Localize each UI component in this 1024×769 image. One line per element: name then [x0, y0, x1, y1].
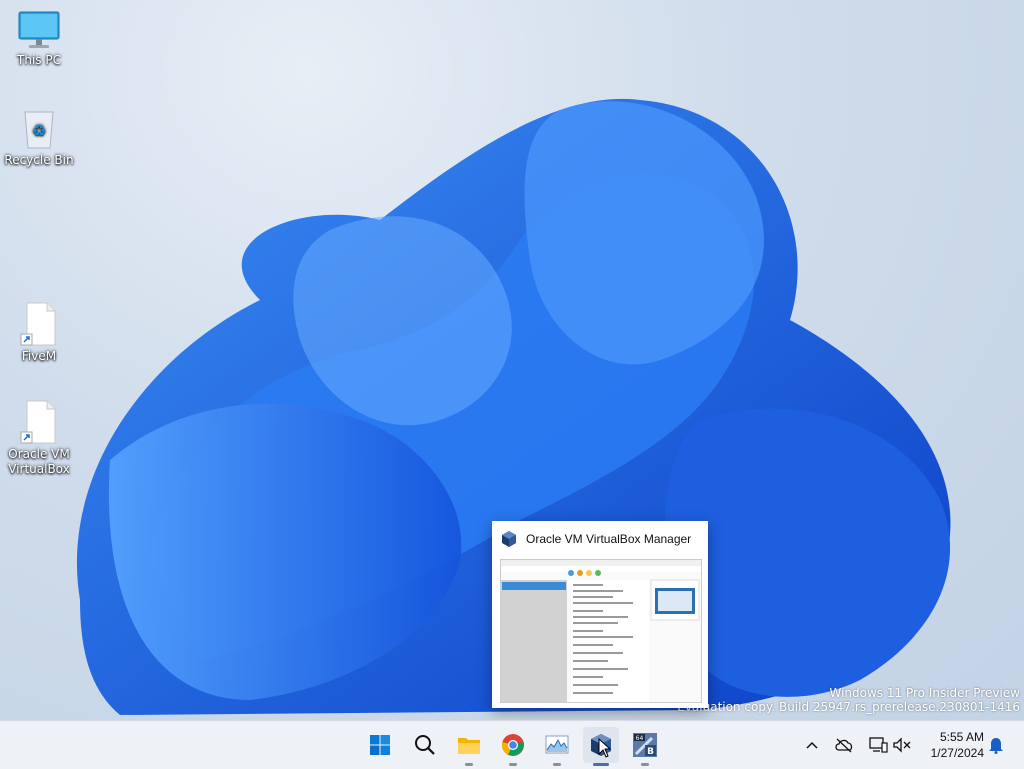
desktop-icon-fivem[interactable]: FiveM: [0, 302, 78, 364]
desktop-icon-this-pc[interactable]: This PC: [0, 10, 78, 68]
svg-text:B: B: [647, 747, 654, 757]
running-indicator: [509, 763, 517, 766]
clock-date: 1/27/2024: [930, 746, 984, 760]
taskbar-app-64b[interactable]: 64 B: [627, 727, 663, 766]
watermark-line-1: Windows 11 Pro Insider Preview: [829, 686, 1020, 700]
tray-network[interactable]: [866, 733, 890, 757]
cloud-offline-icon: [835, 738, 853, 753]
desktop-icon-label: Recycle Bin: [4, 153, 74, 167]
mouse-cursor-icon: [598, 738, 612, 758]
volume-muted-icon: [893, 737, 911, 753]
search-button[interactable]: [407, 727, 443, 763]
taskbar-chrome[interactable]: [495, 727, 531, 766]
taskbar-performance-monitor[interactable]: [539, 727, 575, 766]
running-indicator: [465, 763, 473, 766]
desktop-icon-label: Oracle VM VirtualBox: [8, 447, 70, 476]
taskbar-preview-virtualbox[interactable]: Oracle VM VirtualBox Manager: [492, 521, 708, 708]
preview-title: Oracle VM VirtualBox Manager: [526, 532, 692, 546]
tray-volume[interactable]: [890, 733, 914, 757]
app-64b-icon: 64 B: [633, 733, 657, 757]
notifications-button[interactable]: [984, 733, 1008, 757]
taskbar-file-explorer[interactable]: [451, 727, 487, 766]
performance-monitor-icon: [545, 735, 569, 754]
watermark-line-2: Evaluation copy. Build 25947.rs_prerelea…: [677, 700, 1020, 714]
file-explorer-icon: [458, 738, 480, 754]
evaluation-watermark: Windows 11 Pro Insider Preview Evaluatio…: [677, 686, 1020, 714]
preview-thumbnail: [500, 559, 702, 703]
chrome-icon: [501, 734, 524, 756]
chevron-up-icon: [806, 741, 818, 749]
desktop-icon-label: FiveM: [21, 349, 57, 363]
bell-icon: [989, 738, 1003, 754]
search-icon: [415, 735, 435, 755]
network-disconnected-icon: [869, 737, 888, 753]
show-hidden-icons-button[interactable]: [800, 733, 824, 757]
running-indicator: [641, 763, 649, 766]
svg-text:♻: ♻: [32, 121, 46, 140]
svg-text:64: 64: [636, 735, 644, 742]
desktop-icon-label: This PC: [17, 53, 61, 67]
preview-header: Oracle VM VirtualBox Manager: [492, 521, 708, 557]
tray-onedrive[interactable]: [832, 733, 856, 757]
running-indicator: [593, 763, 609, 766]
recycle-bin-icon: ♻: [24, 111, 54, 149]
virtualbox-icon: [502, 531, 516, 547]
start-button[interactable]: [362, 727, 398, 763]
taskbar: 64 B 5:55 AM 1/27/2024: [0, 720, 1024, 769]
monitor-icon: [18, 11, 60, 48]
file-shortcut-icon: [20, 302, 56, 346]
clock[interactable]: 5:55 AM 1/27/2024: [931, 729, 984, 761]
running-indicator: [553, 763, 561, 766]
file-shortcut-icon: [20, 400, 56, 444]
start-icon: [370, 735, 390, 755]
desktop-icon-oracle-vm-virtualbox[interactable]: Oracle VM VirtualBox: [0, 400, 78, 477]
clock-time: 5:55 AM: [939, 730, 984, 744]
window-thumbnail-graphic: [501, 560, 701, 702]
desktop-icon-recycle-bin[interactable]: ♻ Recycle Bin: [0, 108, 78, 168]
